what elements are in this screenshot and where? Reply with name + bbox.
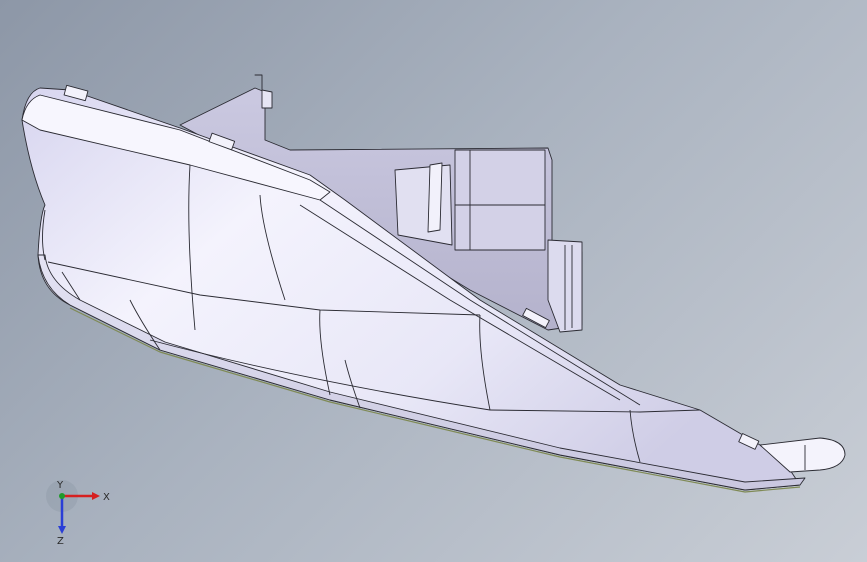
headlamp-model[interactable] xyxy=(21,74,846,493)
z-axis-label: Z xyxy=(57,536,64,547)
x-axis-arrowhead xyxy=(92,492,100,500)
x-axis-label: X xyxy=(103,492,110,503)
orientation-triad: X Y Z xyxy=(46,480,110,547)
y-axis-dot xyxy=(59,493,65,499)
graphics-viewport[interactable] xyxy=(0,0,867,562)
lens-outer-surface xyxy=(21,87,806,491)
z-axis-arrowhead xyxy=(58,526,66,534)
y-axis-label: Y xyxy=(56,480,64,491)
